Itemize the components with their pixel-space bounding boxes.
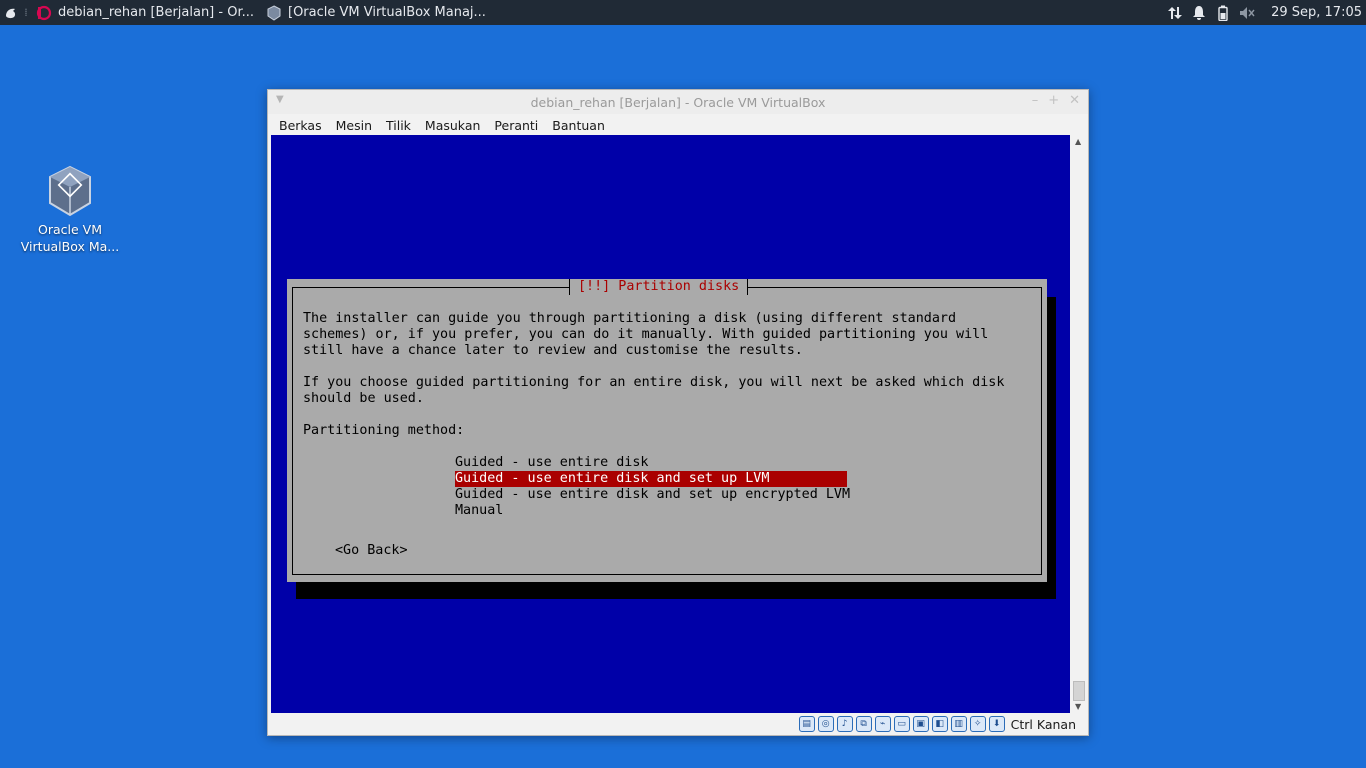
guest-additions-icon[interactable]: ✧ — [969, 716, 986, 732]
volume-muted-icon[interactable] — [1235, 0, 1259, 25]
dialog-title: [!!] Partition disks — [569, 279, 749, 295]
menu-tilik[interactable]: Tilik — [379, 118, 418, 133]
guided-note-line-1: If you choose guided partitioning for an… — [303, 375, 1005, 390]
guest-display[interactable]: [!!] Partition disks The installer can g… — [271, 135, 1070, 713]
close-icon[interactable]: ✕ — [1069, 93, 1080, 108]
option-manual[interactable]: Manual — [455, 503, 847, 519]
virtualbox-icon — [46, 165, 94, 217]
menu-mesin[interactable]: Mesin — [329, 118, 379, 133]
whisker-menu-icon[interactable] — [0, 0, 22, 25]
partition-disks-dialog: [!!] Partition disks The installer can g… — [287, 279, 1047, 582]
intro-line-3: still have a chance later to review and … — [303, 343, 803, 358]
hard-disk-icon[interactable]: ▤ — [798, 716, 815, 732]
partitioning-method-label: Partitioning method: — [303, 423, 465, 438]
desktop-icon-label-line2: VirtualBox Ma... — [20, 239, 120, 254]
top-panel: ⁞ debian_rehan [Berjalan] - Or... [Oracl… — [0, 0, 1366, 25]
network-transfer-icon[interactable] — [1163, 0, 1187, 25]
panel-separator: ⁞ — [24, 6, 28, 19]
taskbar-item-debian-vm[interactable]: debian_rehan [Berjalan] - Or... — [30, 0, 260, 25]
taskbar-item-label: [Oracle VM VirtualBox Manaj... — [288, 5, 486, 20]
window-title: debian_rehan [Berjalan] - Oracle VM Virt… — [530, 94, 826, 110]
optical-drive-icon[interactable]: ◎ — [817, 716, 834, 732]
shared-folders-icon[interactable]: ▭ — [893, 716, 910, 732]
audio-icon[interactable]: ♪ — [836, 716, 853, 732]
battery-icon[interactable] — [1211, 0, 1235, 25]
taskbar-item-virtualbox-manager[interactable]: [Oracle VM VirtualBox Manaj... — [260, 0, 492, 25]
virtualbox-icon — [266, 4, 282, 21]
host-key-label: Ctrl Kanan — [1010, 716, 1076, 732]
go-back-button[interactable]: <Go Back> — [335, 543, 408, 559]
intro-line-1: The installer can guide you through part… — [303, 311, 957, 326]
scroll-up-arrow-icon[interactable]: ▲ — [1075, 137, 1081, 146]
mouse-integration-icon[interactable]: ⬇ — [988, 716, 1005, 732]
window-menu-icon[interactable]: ▼ — [276, 94, 284, 105]
option-guided-entire-disk[interactable]: Guided - use entire disk — [455, 455, 847, 471]
intro-line-2: schemes) or, if you prefer, you can do i… — [303, 327, 989, 342]
guided-note-line-2: should be used. — [303, 391, 424, 406]
maximize-icon[interactable]: + — [1048, 93, 1059, 108]
notification-bell-icon[interactable] — [1187, 0, 1211, 25]
menu-peranti[interactable]: Peranti — [487, 118, 545, 133]
menu-masukan[interactable]: Masukan — [418, 118, 487, 133]
option-guided-encrypted-lvm[interactable]: Guided - use entire disk and set up encr… — [455, 487, 850, 503]
virtualbox-vm-window: ▼ debian_rehan [Berjalan] - Oracle VM Vi… — [267, 89, 1089, 736]
menu-bantuan[interactable]: Bantuan — [545, 118, 612, 133]
panel-clock[interactable]: 29 Sep, 17:05 — [1259, 5, 1366, 20]
desktop-icon-label-line1: Oracle VM — [38, 222, 102, 237]
debian-swirl-icon — [36, 5, 52, 21]
cpu-icon[interactable]: ▥ — [950, 716, 967, 732]
scrollbar-thumb[interactable] — [1073, 681, 1085, 701]
minimize-icon[interactable]: – — [1032, 93, 1039, 108]
display-icon[interactable]: ▣ — [912, 716, 929, 732]
desktop-icon-virtualbox[interactable]: Oracle VM VirtualBox Ma... — [20, 165, 120, 255]
scroll-down-arrow-icon[interactable]: ▼ — [1075, 702, 1081, 711]
window-titlebar[interactable]: ▼ debian_rehan [Berjalan] - Oracle VM Vi… — [268, 90, 1088, 114]
taskbar-item-label: debian_rehan [Berjalan] - Or... — [58, 5, 254, 20]
window-menubar: Berkas Mesin Tilik Masukan Peranti Bantu… — [268, 114, 1088, 136]
usb-icon[interactable]: ⌁ — [874, 716, 891, 732]
vertical-scrollbar[interactable]: ▲ ▼ — [1072, 135, 1086, 713]
vm-status-bar: ▤ ◎ ♪ ⧉ ⌁ ▭ ▣ ◧ ▥ ✧ ⬇ Ctrl Kanan — [268, 713, 1088, 735]
option-guided-lvm[interactable]: Guided - use entire disk and set up LVM — [455, 471, 847, 487]
menu-berkas[interactable]: Berkas — [272, 118, 329, 133]
video-capture-icon[interactable]: ◧ — [931, 716, 948, 732]
system-tray: 29 Sep, 17:05 — [1163, 0, 1366, 25]
network-icon[interactable]: ⧉ — [855, 716, 872, 732]
